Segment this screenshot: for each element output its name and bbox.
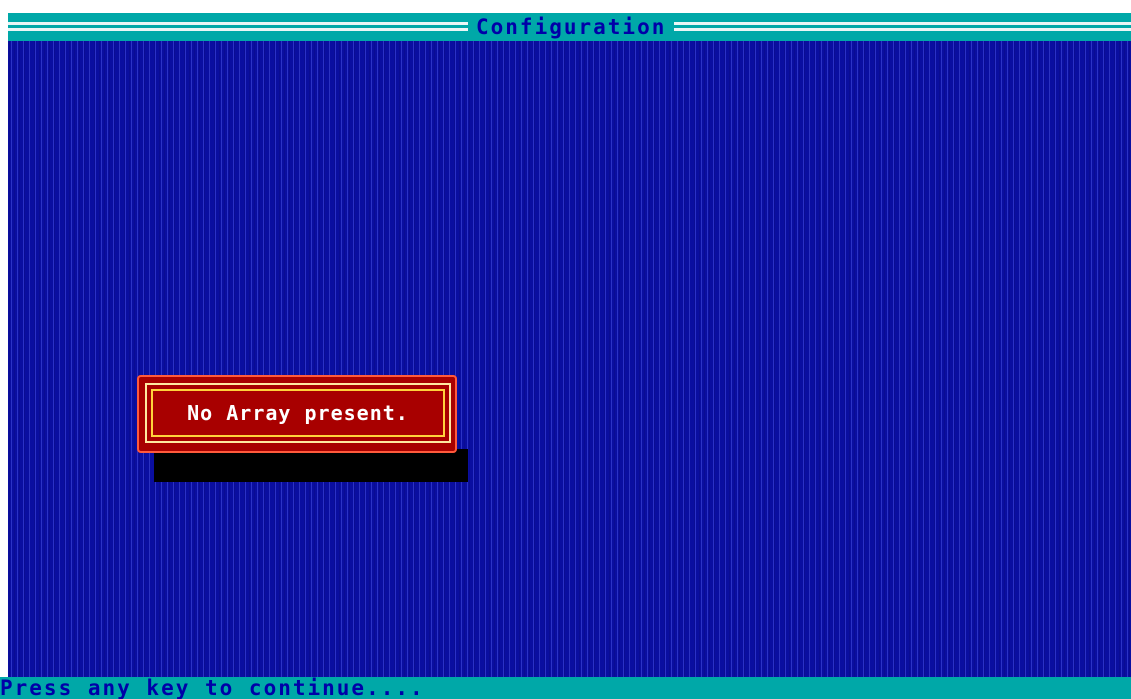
dialog-shadow [154, 449, 468, 482]
dialog-outer-border: No Array present. [145, 383, 451, 443]
window-title: Configuration [468, 13, 675, 41]
dialog-message: No Array present. [187, 401, 409, 425]
dialog-inner-border: No Array present. [151, 389, 445, 437]
bios-screen: Configuration No Array present. Press an… [0, 0, 1131, 699]
title-bar: Configuration [8, 13, 1131, 41]
continue-prompt: Press any key to continue.... [0, 676, 425, 699]
top-caption-strip [0, 0, 1131, 13]
desktop-background [8, 41, 1131, 677]
message-dialog[interactable]: No Array present. [137, 375, 457, 453]
status-bar: Press any key to continue.... [0, 677, 1131, 699]
